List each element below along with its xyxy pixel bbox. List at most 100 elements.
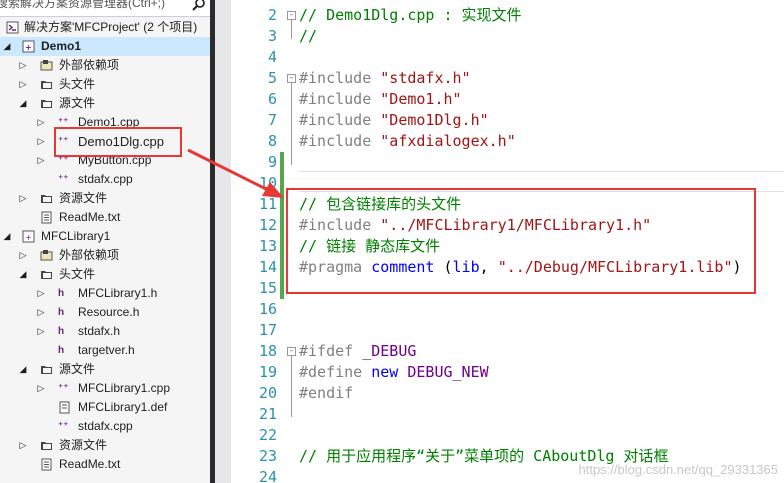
fold-collapse-icon[interactable]: -: [287, 11, 296, 20]
collapse-arrow-icon[interactable]: ◢: [2, 227, 12, 246]
tree-item-external-deps[interactable]: ▷ 外部依赖项: [0, 56, 210, 75]
code-line[interactable]: #include "stdafx.h": [299, 68, 471, 89]
tree-item-mfclibrary1-h[interactable]: ▷ h MFCLibrary1.h: [0, 284, 210, 303]
expand-arrow-icon[interactable]: ▷: [36, 132, 46, 151]
expand-arrow-icon[interactable]: ▷: [18, 189, 28, 208]
references-icon: [40, 250, 53, 261]
line-number: 18: [258, 342, 277, 360]
tree-item-resource-files[interactable]: ▷ 资源文件: [0, 189, 210, 208]
expand-arrow-icon[interactable]: ▷: [18, 246, 28, 265]
code-line[interactable]: //: [299, 26, 317, 47]
tree-item-project-mfclibrary1[interactable]: ◢ + MFCLibrary1: [0, 227, 210, 246]
tree-item-label: ReadMe.txt: [59, 210, 121, 224]
code-token: _DEBUG: [362, 342, 417, 360]
annotation-file-box: [54, 127, 182, 157]
tree-item-label: 源文件: [59, 362, 96, 376]
line-number: 19: [258, 363, 277, 381]
tree-item-resource-files[interactable]: ▷ 资源文件: [0, 436, 210, 455]
tree-item-stdafx-cpp[interactable]: ⁺⁺ stdafx.cpp: [0, 170, 210, 189]
code-line[interactable]: #ifdef _DEBUG: [299, 341, 416, 362]
code-token: "Demo1.h": [380, 90, 462, 108]
expand-arrow-icon[interactable]: ▷: [18, 75, 28, 94]
expand-arrow-icon[interactable]: ▷: [36, 151, 46, 170]
fold-collapse-icon[interactable]: -: [287, 74, 296, 83]
tree-item-stdafx-h[interactable]: ▷ h stdafx.h: [0, 322, 210, 341]
tree-item-readme[interactable]: ReadMe.txt: [0, 455, 210, 474]
code-line[interactable]: #include "Demo1Dlg.h": [299, 110, 489, 131]
code-token: DEBUG_NEW: [407, 363, 489, 381]
code-token: #include: [299, 111, 372, 129]
search-placeholder: 搜索解决方案资源管理器(Ctrl+;): [0, 0, 165, 10]
search-input[interactable]: 搜索解决方案资源管理器(Ctrl+;): [0, 0, 210, 17]
line-number: 6: [267, 90, 277, 108]
line-number: 3: [267, 27, 277, 45]
expand-arrow-icon[interactable]: ▷: [18, 56, 28, 75]
code-token: "Demo1Dlg.h": [380, 111, 489, 129]
tree-item-label: targetver.h: [78, 343, 135, 357]
line-number: 9: [267, 153, 277, 171]
expand-arrow-icon[interactable]: ▷: [36, 322, 46, 341]
line-number: 21: [258, 405, 277, 423]
code-line[interactable]: #include "Demo1.h": [299, 89, 462, 110]
code-line[interactable]: #include "afxdialogex.h": [299, 131, 516, 152]
tree-item-resource-h[interactable]: ▷ h Resource.h: [0, 303, 210, 322]
tree-item-mfclibrary1-cpp[interactable]: ▷ ⁺⁺ MFCLibrary1.cpp: [0, 379, 210, 398]
tree-item-solution[interactable]: 解决方案'MFCProject' (2 个项目): [0, 18, 210, 37]
code-token: "afxdialogex.h": [380, 132, 516, 150]
expand-arrow-icon[interactable]: ▷: [36, 113, 46, 132]
svg-text:+: +: [25, 43, 32, 52]
tree-item-label: MFCLibrary1.h: [78, 286, 158, 300]
collapse-arrow-icon[interactable]: ◢: [18, 265, 28, 284]
code-token: #ifdef: [299, 342, 354, 360]
line-number: 22: [258, 426, 277, 444]
tree-item-external-deps[interactable]: ▷ 外部依赖项: [0, 246, 210, 265]
tree-item-source-files[interactable]: ◢ 源文件: [0, 360, 210, 379]
line-number: 4: [267, 48, 277, 66]
fold-collapse-icon[interactable]: -: [287, 347, 296, 356]
tree-item-targetver-h[interactable]: h targetver.h: [0, 341, 210, 360]
collapse-arrow-icon[interactable]: ◢: [2, 37, 12, 56]
svg-text:+: +: [25, 233, 32, 242]
tree-item-readme[interactable]: ReadMe.txt: [0, 208, 210, 227]
line-number: 11: [258, 195, 277, 213]
tree-item-project-demo1[interactable]: ◢ + Demo1: [0, 37, 210, 56]
fold-guide: [291, 83, 292, 165]
tree-item-header-files[interactable]: ▷ 头文件: [0, 75, 210, 94]
line-number: 12: [258, 216, 277, 234]
collapse-arrow-icon[interactable]: ◢: [18, 94, 28, 113]
code-line[interactable]: #define new DEBUG_NEW: [299, 362, 489, 383]
tree-item-source-files[interactable]: ◢ 源文件: [0, 94, 210, 113]
tree-item-label: ReadMe.txt: [59, 457, 121, 471]
expand-arrow-icon[interactable]: ▷: [36, 379, 46, 398]
expand-arrow-icon[interactable]: ▷: [36, 303, 46, 322]
tree-item-label: 头文件: [59, 77, 96, 91]
tree-item-label: MFCLibrary1.def: [78, 400, 168, 414]
expand-arrow-icon[interactable]: ▷: [36, 284, 46, 303]
tree-item-label: 资源文件: [59, 438, 108, 452]
code-token: // Demo1Dlg.cpp : 实现文件: [299, 6, 522, 24]
tree-item-stdafx-cpp[interactable]: ⁺⁺ stdafx.cpp: [0, 417, 210, 436]
def-file-icon: [59, 401, 70, 414]
project-icon: +: [22, 40, 35, 53]
fold-guide: [291, 356, 292, 417]
code-line[interactable]: #endif: [299, 383, 353, 404]
code-line[interactable]: // Demo1Dlg.cpp : 实现文件: [299, 5, 522, 26]
tree-item-label: stdafx.cpp: [78, 419, 133, 433]
line-number: 5: [267, 69, 277, 87]
references-icon: [40, 60, 53, 71]
expand-arrow-icon[interactable]: ▷: [18, 436, 28, 455]
tree-item-mfclibrary1-def[interactable]: MFCLibrary1.def: [0, 398, 210, 417]
collapse-arrow-icon[interactable]: ◢: [18, 360, 28, 379]
header-file-icon: h: [58, 288, 65, 299]
code-token: new: [371, 363, 399, 381]
tree-item-header-files[interactable]: ◢ 头文件: [0, 265, 210, 284]
folder-icon: [41, 366, 52, 374]
change-indicator: [280, 152, 284, 299]
line-number: 7: [267, 111, 277, 129]
search-icon[interactable]: [192, 0, 206, 12]
solution-icon: [6, 21, 19, 34]
line-number: 13: [258, 237, 277, 255]
tree-item-label: Demo1: [41, 39, 82, 53]
